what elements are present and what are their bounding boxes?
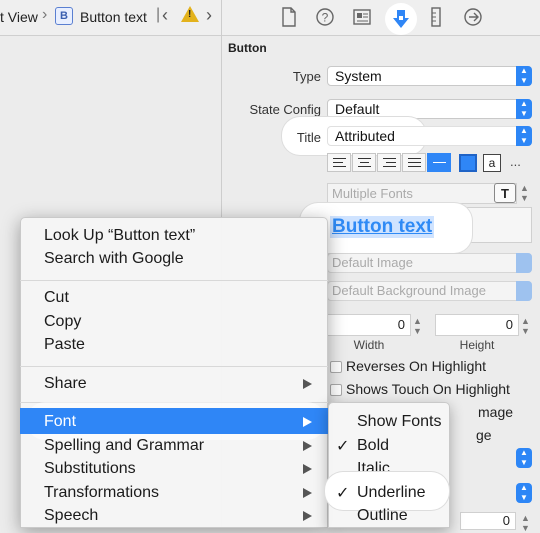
- align-justified-button[interactable]: [402, 153, 426, 172]
- title-label: Title: [296, 130, 321, 145]
- submenu-arrow-icon: [303, 488, 312, 498]
- menu-item-font[interactable]: Font: [44, 413, 76, 431]
- nav-forward-icon[interactable]: ›: [206, 5, 212, 26]
- width-field[interactable]: 0: [327, 314, 411, 336]
- nav-back-icon[interactable]: ‹: [162, 5, 168, 26]
- section-title: Button: [228, 41, 267, 55]
- menu-item-substitutions[interactable]: Substitutions: [44, 460, 136, 478]
- menu-item-cut[interactable]: Cut: [44, 289, 69, 307]
- image-placeholder: Default Image: [332, 255, 413, 270]
- button-text-selection[interactable]: Button text: [330, 216, 435, 238]
- breadcrumb-separator: |: [156, 6, 161, 23]
- popup-arrows-icon: ▲ ▼: [516, 126, 532, 146]
- height-stepper[interactable]: ▲ ▼: [521, 316, 530, 336]
- align-center-button[interactable]: [352, 153, 376, 172]
- align-natural-button[interactable]: [427, 153, 451, 172]
- submenu-item-show-fonts[interactable]: Show Fonts: [357, 413, 441, 431]
- bold-checkmark-icon: ✓: [336, 438, 350, 455]
- text-color-swatch[interactable]: [459, 154, 477, 172]
- state-config-value: Default: [335, 101, 380, 117]
- underline-checkmark-icon: ✓: [336, 485, 350, 502]
- menu-item-transformations[interactable]: Transformations: [44, 484, 159, 502]
- width-label: Width: [353, 338, 385, 352]
- file-inspector-icon[interactable]: [279, 7, 299, 29]
- inset-field[interactable]: 0: [460, 512, 516, 530]
- title-value: Attributed: [335, 128, 395, 144]
- type-popup[interactable]: System ▲ ▼: [327, 66, 532, 86]
- button-type-icon: B: [55, 7, 73, 25]
- state-config-popup[interactable]: Default ▲ ▼: [327, 99, 532, 119]
- breadcrumb-separator: ›: [42, 6, 48, 23]
- identity-inspector-icon[interactable]: [352, 7, 372, 29]
- reverses-highlight-label: Reverses On Highlight: [346, 358, 487, 374]
- menu-item-share[interactable]: Share: [44, 375, 87, 393]
- submenu-item-bold[interactable]: Bold: [357, 437, 389, 455]
- popup-arrows-icon: ▲ ▼: [516, 66, 532, 86]
- adjusts-image-label: mage: [478, 404, 514, 420]
- submenu-arrow-icon: [303, 379, 312, 389]
- menu-divider: [20, 280, 328, 281]
- highlighted-adjusts-label: ge: [476, 427, 492, 443]
- type-value: System: [335, 68, 382, 84]
- align-left-button[interactable]: [327, 153, 351, 172]
- warning-icon[interactable]: !: [181, 6, 199, 22]
- breadcrumb-item[interactable]: Button text: [80, 9, 147, 25]
- submenu-arrow-icon: [303, 417, 312, 427]
- font-stepper[interactable]: ▲ ▼: [520, 183, 529, 203]
- reverses-highlight-checkbox[interactable]: [330, 361, 342, 373]
- popup-arrows-icon[interactable]: ▲ ▼: [516, 483, 532, 503]
- submenu-item-underline[interactable]: Underline: [357, 484, 425, 502]
- svg-text:?: ?: [322, 11, 329, 25]
- connections-inspector-icon[interactable]: [463, 7, 483, 29]
- background-image-placeholder: Default Background Image: [332, 283, 486, 298]
- menu-item-paste[interactable]: Paste: [44, 336, 85, 354]
- height-label: Height: [459, 338, 495, 352]
- font-field[interactable]: Multiple Fonts: [327, 183, 517, 204]
- popup-arrows-icon: [516, 281, 532, 301]
- state-config-label: State Config: [249, 102, 321, 117]
- background-image-popup[interactable]: Default Background Image: [327, 281, 532, 301]
- menu-item-copy[interactable]: Copy: [44, 313, 81, 331]
- help-icon[interactable]: ?: [315, 7, 335, 29]
- title-popup[interactable]: Attributed ▲ ▼: [327, 126, 532, 146]
- width-stepper[interactable]: ▲ ▼: [413, 316, 422, 336]
- more-options-button[interactable]: ...: [510, 154, 521, 169]
- image-popup[interactable]: Default Image: [327, 253, 532, 273]
- type-label: Type: [292, 69, 321, 84]
- submenu-arrow-icon: [303, 511, 312, 521]
- popup-arrows-icon: ▲ ▼: [516, 99, 532, 119]
- submenu-item-outline[interactable]: Outline: [357, 507, 408, 525]
- menu-item-speech[interactable]: Speech: [44, 507, 98, 525]
- menu-item-look-up[interactable]: Look Up “Button text”: [44, 227, 195, 245]
- popup-arrows-icon[interactable]: ▲ ▼: [516, 448, 532, 468]
- submenu-arrow-icon: [303, 441, 312, 451]
- breadcrumb-parent[interactable]: t View: [0, 9, 38, 25]
- popup-arrows-icon: [516, 253, 532, 273]
- height-field[interactable]: 0: [435, 314, 519, 336]
- menu-item-search-google[interactable]: Search with Google: [44, 250, 184, 268]
- size-inspector-icon[interactable]: [426, 7, 446, 29]
- inset-stepper[interactable]: ▲ ▼: [521, 513, 530, 533]
- menu-item-spelling[interactable]: Spelling and Grammar: [44, 437, 204, 455]
- shows-touch-checkbox[interactable]: [330, 384, 342, 396]
- shows-touch-label: Shows Touch On Highlight: [346, 381, 510, 397]
- submenu-arrow-icon: [303, 464, 312, 474]
- menu-divider: [20, 366, 328, 367]
- background-color-button[interactable]: a: [483, 154, 501, 172]
- attributes-inspector-icon[interactable]: [385, 3, 417, 35]
- font-picker-button[interactable]: T: [494, 183, 516, 203]
- align-right-button[interactable]: [377, 153, 401, 172]
